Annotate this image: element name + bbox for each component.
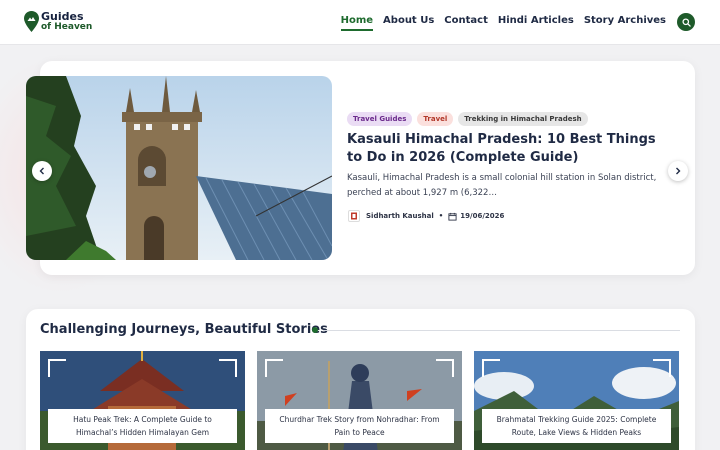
author-avatar <box>348 210 360 222</box>
story-card-title[interactable]: Churdhar Trek Story from Nohradhar: From… <box>265 409 454 443</box>
story-card-title[interactable]: Hatu Peak Trek: A Complete Guide to Hima… <box>48 409 237 443</box>
church-tower-illustration <box>26 76 332 260</box>
site-header: Guides of Heaven Home About Us Contact H… <box>0 0 720 45</box>
author-name[interactable]: Sidharth Kaushal <box>366 212 434 220</box>
calendar-icon <box>448 212 457 221</box>
main-nav: Home About Us Contact Hindi Articles Sto… <box>340 15 666 31</box>
corner-bracket <box>482 359 500 377</box>
post-date: 19/06/2026 <box>460 212 505 220</box>
author-logo-icon <box>351 212 357 220</box>
logo-line-2: of Heaven <box>41 22 93 32</box>
featured-post-image[interactable] <box>26 76 332 260</box>
featured-post-excerpt: Kasauli, Himachal Pradesh is a small col… <box>347 173 657 198</box>
search-button[interactable] <box>677 13 695 31</box>
search-icon <box>681 17 691 27</box>
tag-travel[interactable]: Travel <box>417 112 454 126</box>
logo-line-1: Guides <box>41 10 84 23</box>
corner-bracket <box>265 359 283 377</box>
site-logo[interactable]: Guides of Heaven <box>24 11 92 33</box>
corner-bracket <box>219 359 237 377</box>
post-tags: Travel Guides Travel Trekking in Himacha… <box>347 112 588 126</box>
corner-bracket <box>653 359 671 377</box>
corner-bracket <box>436 359 454 377</box>
story-card-hatu-peak[interactable]: Hatu Peak Trek: A Complete Guide to Hima… <box>40 351 245 450</box>
chevron-left-icon <box>39 167 44 175</box>
slider-next-button[interactable] <box>668 161 688 181</box>
map-pin-logo-icon <box>24 11 39 32</box>
nav-contact[interactable]: Contact <box>444 15 488 31</box>
nav-story-archives[interactable]: Story Archives <box>584 15 666 31</box>
chevron-right-icon <box>676 167 681 175</box>
slider-prev-button[interactable] <box>32 161 52 181</box>
section-title: Challenging Journeys, Beautiful Stories <box>40 322 328 337</box>
post-meta: Sidharth Kaushal • 19/06/2026 <box>348 210 504 222</box>
story-card-title[interactable]: Brahmatal Trekking Guide 2025: Complete … <box>482 409 671 443</box>
meta-separator: • <box>438 212 444 220</box>
story-card-churdhar[interactable]: Churdhar Trek Story from Nohradhar: From… <box>257 351 462 450</box>
section-divider <box>323 330 680 331</box>
corner-bracket <box>48 359 66 377</box>
section-title-dot <box>312 327 318 333</box>
nav-home[interactable]: Home <box>340 15 374 31</box>
featured-post-title[interactable]: Kasauli Himachal Pradesh: 10 Best Things… <box>347 131 663 167</box>
story-card-brahmatal[interactable]: Brahmatal Trekking Guide 2025: Complete … <box>474 351 679 450</box>
tag-travel-guides[interactable]: Travel Guides <box>347 112 413 126</box>
nav-about-us[interactable]: About Us <box>383 15 434 31</box>
nav-hindi-articles[interactable]: Hindi Articles <box>498 15 574 31</box>
tag-trekking-himachal[interactable]: Trekking in Himachal Pradesh <box>458 112 588 126</box>
